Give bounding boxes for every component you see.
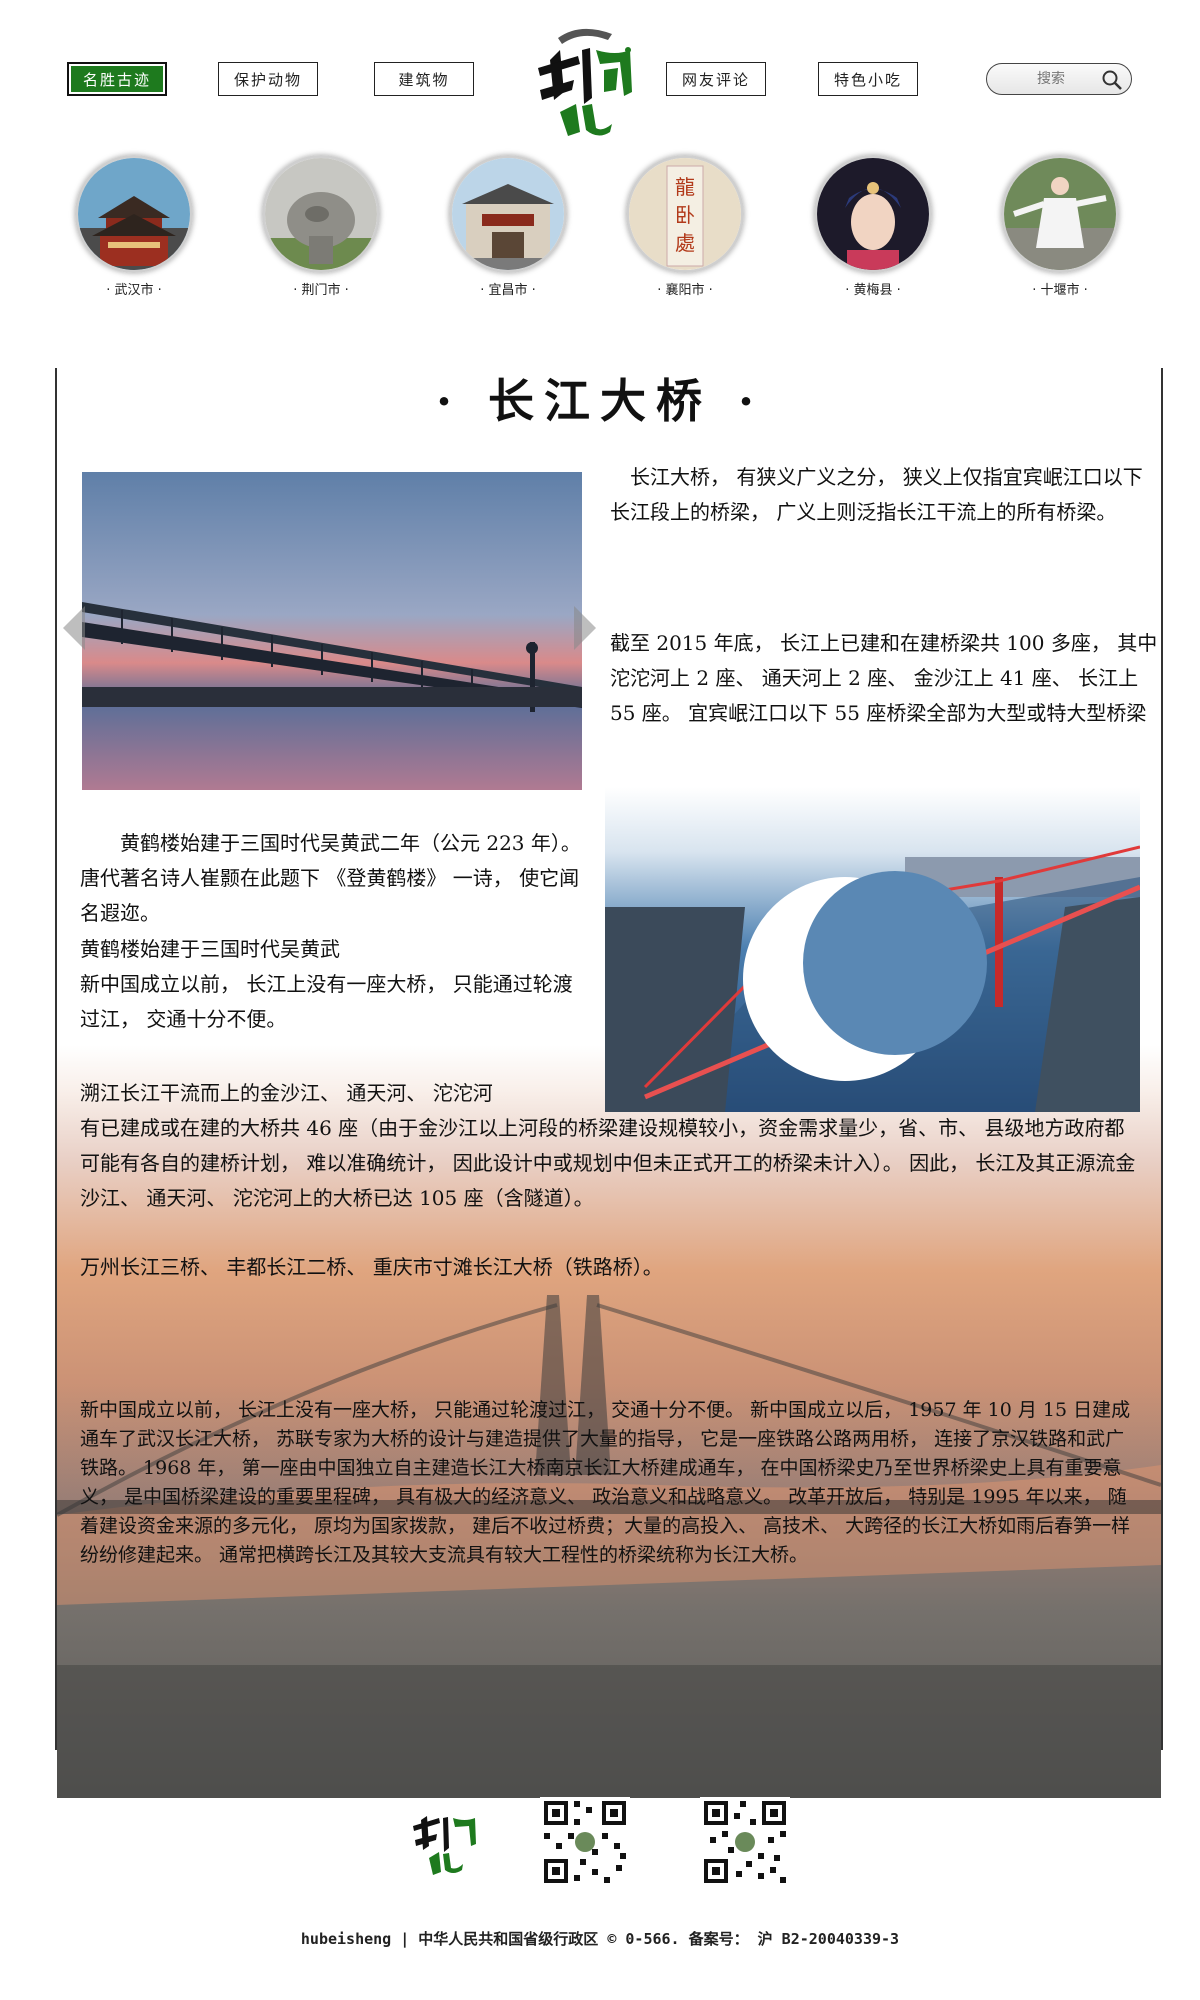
city-huangmei[interactable]: · 黄梅县 · (813, 155, 933, 298)
bridges-list-paragraph: 万州长江三桥、 丰都长江二桥、 重庆市寸滩长江大桥（铁路桥）。 (80, 1255, 663, 1279)
svg-text:處: 處 (675, 231, 695, 255)
qr-code-icon (540, 1797, 630, 1887)
nav-snacks[interactable]: 特色小吃 (818, 62, 918, 96)
city-yichang[interactable]: · 宜昌市 · (448, 155, 568, 298)
logo-graphic (538, 28, 632, 136)
city-label: · 荆门市 · (293, 283, 349, 298)
city-label: · 黄梅县 · (845, 283, 901, 298)
bridge-photo-sunset (82, 472, 582, 790)
xiangyang-thumbnail[interactable]: 龍 卧 處 (626, 155, 744, 273)
qr-code-icon (700, 1797, 790, 1887)
footer-logo[interactable] (405, 1800, 485, 1880)
city-shiyan[interactable]: · 十堰市 · (1000, 155, 1120, 298)
jingmen-thumbnail[interactable] (262, 155, 380, 273)
city-jingmen[interactable]: · 荆门市 · (261, 155, 381, 298)
city-wuhan[interactable]: · 武汉市 · (74, 155, 194, 298)
footer-copyright: hubeisheng | 中华人民共和国省级行政区 © 0-566. 备案号： … (300, 1930, 900, 1948)
history-paragraph: 新中国成立以前， 长江上没有一座大桥， 只能通过轮渡过江， 交通十分不便。 新中… (80, 1399, 1131, 1566)
yellow-crane-paragraph: 黄鹤楼始建于三国时代吴黄武二年（公元 223 年）。 唐代著名诗人崔颢在此题下 … (80, 831, 581, 925)
city-xiangyang[interactable]: 龍 卧 處 · 襄阳市 · (625, 155, 745, 298)
nav-scenic-spots[interactable]: 名胜古迹 (67, 62, 167, 96)
huangmei-thumbnail[interactable] (814, 155, 932, 273)
search-input[interactable] (999, 70, 1103, 88)
shiyan-thumbnail[interactable] (1001, 155, 1119, 273)
carousel-prev-arrow[interactable] (63, 606, 85, 650)
page-title: · 长江大桥 · (435, 374, 765, 428)
city-label: · 武汉市 · (106, 283, 162, 298)
upstream-paragraph-line1: 溯江长江干流而上的金沙江、 通天河、 沱沱河 (80, 1081, 493, 1105)
content-border-left (55, 368, 57, 1750)
nav-protected-animals[interactable]: 保护动物 (218, 62, 318, 96)
qr-code-2[interactable] (700, 1797, 790, 1887)
city-label: · 襄阳市 · (657, 283, 713, 298)
wuhan-thumbnail[interactable] (75, 155, 193, 273)
qr-code-1[interactable] (540, 1797, 630, 1887)
search-box[interactable] (986, 63, 1132, 95)
stats-paragraph: 截至 2015 年底， 长江上已建和在建桥梁共 100 多座， 其中沱沱河上 2… (610, 631, 1158, 725)
carousel-next-arrow[interactable] (574, 606, 596, 650)
bridge-photo-aerial (605, 787, 1140, 1112)
nav-buildings[interactable]: 建筑物 (374, 62, 474, 96)
svg-text:卧: 卧 (675, 203, 695, 227)
search-icon[interactable] (1101, 69, 1123, 95)
footer-logo-graphic (413, 1816, 476, 1875)
city-label: · 宜昌市 · (480, 283, 536, 298)
yellow-crane-line: 黄鹤楼始建于三国时代吴黄武 (80, 937, 340, 961)
pre-1949-paragraph: 新中国成立以前， 长江上没有一座大桥， 只能通过轮渡过江， 交通十分不便。 (80, 972, 573, 1031)
upstream-paragraph: 有已建成或在建的大桥共 46 座（由于金沙江以上河段的桥梁建设规模较小，资金需求… (80, 1116, 1136, 1210)
nav-comments[interactable]: 网友评论 (666, 62, 766, 96)
yichang-thumbnail[interactable] (449, 155, 567, 273)
city-label: · 十堰市 · (1032, 283, 1088, 298)
intro-paragraph: 长江大桥， 有狭义广义之分， 狭义上仅指宜宾岷江口以下长江段上的桥梁， 广义上则… (610, 465, 1143, 524)
content-border-right (1161, 368, 1163, 1750)
site-logo[interactable] (520, 20, 650, 140)
svg-text:龍: 龍 (675, 175, 695, 199)
